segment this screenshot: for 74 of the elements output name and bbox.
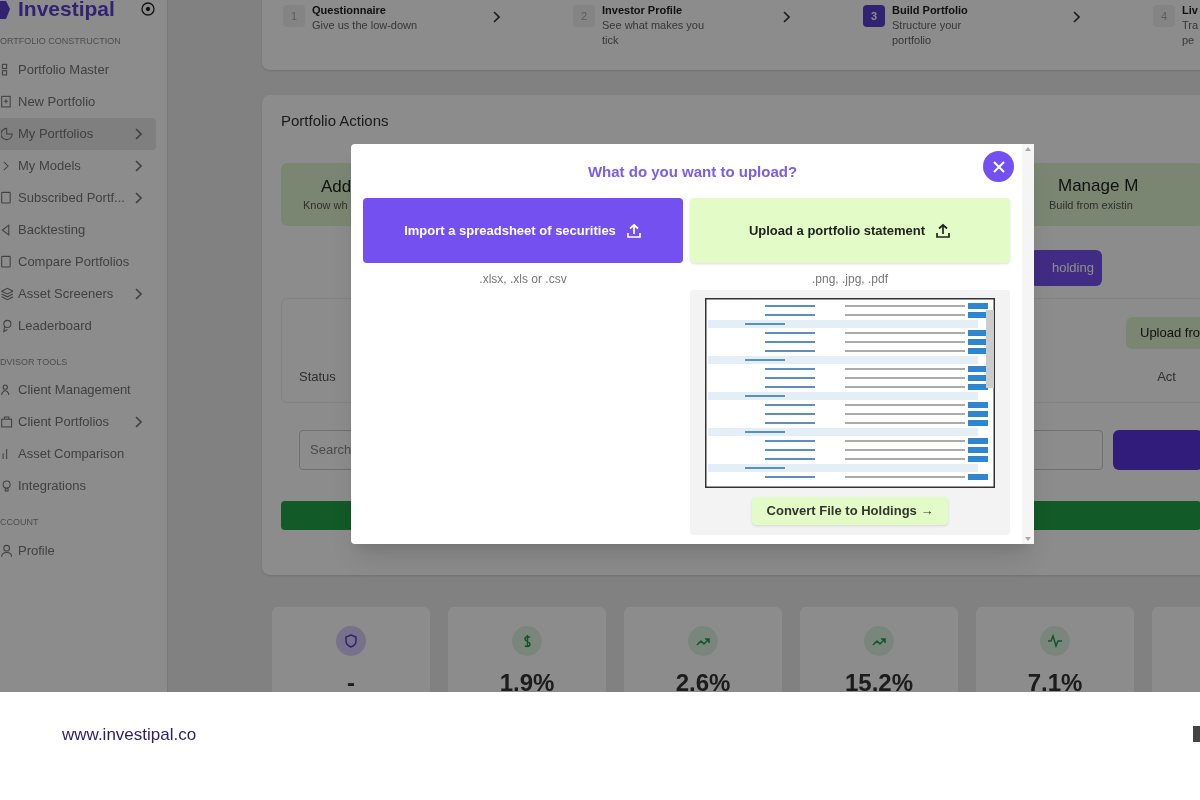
sidebar-item[interactable]: Client Portfolios [0, 406, 156, 438]
step-title: Investor Profile [602, 3, 684, 18]
convert-button[interactable]: Convert File to Holdings → [751, 497, 949, 525]
scroll-up-icon[interactable] [1025, 147, 1031, 151]
sidebar-bulb-icon [1, 478, 13, 494]
step-description: See what makes you tick [602, 18, 706, 48]
step-description: Tra pe [1182, 18, 1200, 48]
file-formats: .png, .jpg, .pdf [811, 271, 889, 288]
action-card-subtitle: Build from existin [1049, 197, 1134, 213]
stat-dollar-icon [512, 626, 542, 656]
action-card-subtitle: Know wh [303, 197, 349, 213]
step-title: Questionnaire [312, 3, 387, 18]
sidebar-item[interactable]: Leaderboard [0, 309, 156, 342]
stat-value: - [347, 668, 355, 692]
sidebar-item[interactable]: New Portfolio [0, 85, 156, 118]
upload-icon [625, 222, 642, 239]
sidebar-square-icon [1, 189, 13, 206]
step-item[interactable]: 3 Build Portfolio Structure your portfolio [863, 5, 1153, 70]
chevron-icon [782, 11, 790, 23]
stat-shield-icon [336, 626, 366, 656]
search-button[interactable] [1113, 429, 1200, 470]
sidebar-pie-icon [1, 125, 13, 142]
scroll-down-icon[interactable] [1025, 537, 1031, 541]
sidebar-item[interactable]: Asset Screeners [0, 277, 156, 310]
sidebar-layers-icon [1, 285, 13, 302]
action-card-title: Add [321, 176, 353, 197]
step-description: Give us the low-down [312, 18, 419, 33]
upload-option-button[interactable]: Upload a portfolio statement [690, 198, 1010, 263]
sidebar-square-icon [1, 253, 13, 270]
sidebar-item[interactable]: Compare Portfolios [0, 245, 156, 278]
section-heading: CCOUNT [0, 516, 40, 529]
upload-button[interactable]: Upload fro [1126, 316, 1200, 349]
stat-trend-icon [688, 626, 718, 656]
sidebar-plus-icon [1, 93, 13, 110]
dialog-title: What do you want to upload? [587, 161, 798, 182]
close-icon [992, 160, 1005, 173]
sidebar-item[interactable]: Portfolio Master [0, 53, 156, 86]
sidebar-award-icon [1, 317, 13, 334]
sidebar-user-icon [1, 542, 13, 559]
section-title: Portfolio Actions [281, 111, 390, 131]
sidebar-item[interactable]: My Portfolios [0, 117, 156, 150]
step-number: 3 [863, 5, 885, 27]
stat-pulse-icon [1040, 626, 1070, 656]
stat-value: 1.9% [499, 668, 555, 692]
brand-name: Investipal [18, 0, 116, 23]
upload-icon [935, 222, 952, 239]
sidebar-item[interactable]: Backtesting [0, 213, 156, 246]
step-title: Liv [1182, 3, 1199, 18]
column-header: Status [299, 367, 336, 386]
upload-option-button[interactable]: Import a spreadsheet of securities [363, 198, 683, 263]
stat-value: 7.1% [1027, 668, 1083, 692]
stat-trend-icon [864, 626, 894, 656]
step-title: Build Portfolio [892, 3, 969, 18]
sidebar-item[interactable]: Client Management [0, 374, 156, 406]
chevron-icon [1072, 11, 1080, 23]
sidebar-item[interactable]: Subscribed Portf... [0, 181, 156, 214]
stat-value: 15.2% [844, 668, 914, 692]
chevron-icon [492, 11, 500, 23]
stat-value: 2.6% [675, 668, 731, 692]
section-heading: ORTFOLIO CONSTRUCTION [0, 35, 122, 48]
close-button[interactable] [983, 151, 1014, 182]
edge-mark-icon [1193, 726, 1200, 742]
step-description: Structure your portfolio [892, 18, 963, 48]
column-header: Act [1157, 367, 1176, 386]
file-formats: .xlsx, .xls or .csv [479, 271, 567, 288]
sidebar-briefcase-icon [1, 414, 13, 430]
sidebar-item[interactable]: Asset Comparison [0, 438, 156, 470]
sidebar-item[interactable]: Profile [0, 534, 156, 567]
section-heading: DVISOR TOOLS [0, 355, 69, 369]
website-url: www.investipal.co [62, 724, 197, 746]
action-card-title: Manage M [1058, 174, 1140, 197]
dialog-scrollbar[interactable] [1022, 144, 1034, 544]
sidebar-item[interactable]: Integrations [0, 470, 156, 502]
collapse-toggle-icon[interactable] [141, 2, 155, 16]
